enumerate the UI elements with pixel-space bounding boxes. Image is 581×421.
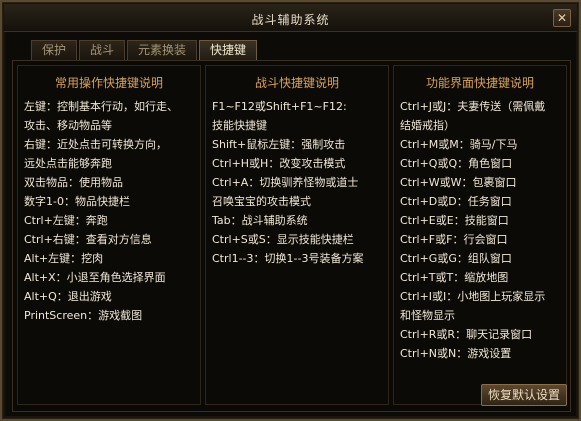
general-hotkeys-title: 常用操作快捷键说明 (54, 76, 163, 90)
hotkey-line: Ctrl+F或F：行会窗口 (400, 233, 508, 246)
hotkey-line: 技能快捷键 (212, 119, 267, 132)
hotkey-line: Ctrl+右键：查看对方信息 (24, 233, 152, 246)
hotkey-line: Ctrl+J或J：夫妻传送（需佩戴 (400, 100, 546, 113)
hotkey-line: 远处点击能够奔跑 (24, 157, 112, 170)
hotkey-line: 数字1-0：物品快捷栏 (24, 195, 130, 208)
hotkey-line: Ctrl+W或W：包裹窗口 (400, 176, 517, 189)
hotkey-line: 左键：控制基本行动，如行走、 (24, 100, 178, 113)
hotkey-line: PrintScreen：游戏截图 (24, 309, 143, 322)
hotkeys-content: 常用操作快捷键说明 左键：控制基本行动，如行走、 攻击、移动物品等右键：近处点击可… (12, 60, 571, 412)
window-title: 战斗辅助系统 (251, 13, 330, 27)
general-hotkeys-list: 左键：控制基本行动，如行走、 攻击、移动物品等右键：近处点击可转换方向， 远处点击能… (24, 97, 196, 325)
hotkey-line: 召唤宝宝的攻击模式 (212, 195, 311, 208)
general-hotkeys-panel: 常用操作快捷键说明 左键：控制基本行动，如行走、 攻击、移动物品等右键：近处点击可… (17, 65, 201, 405)
hotkey-line: Ctrl+S或S：显示技能快捷栏 (212, 233, 354, 246)
combat-hotkeys-panel: 战斗快捷键说明 F1~F12或Shift+F1~F12: 技能快捷键 Shift+鼠… (205, 65, 389, 405)
combat-hotkeys-title: 战斗快捷键说明 (254, 76, 339, 90)
hotkey-line: Ctrl+Q或Q：角色窗口 (400, 157, 513, 170)
reset-defaults-button[interactable]: 恢复默认设置 (481, 384, 567, 406)
hotkey-line: F1~F12或Shift+F1~F12: (212, 100, 347, 113)
hotkey-line: Shift+鼠标左键：强制攻击 (212, 138, 346, 151)
tab-combat[interactable]: 战斗 (79, 40, 126, 60)
hotkey-line: Alt+左键：挖肉 (24, 252, 104, 265)
hotkey-line: Ctrl+R或R：聊天记录窗口 (400, 328, 533, 341)
hotkey-line: Ctrl+D或D：任务窗口 (400, 195, 512, 208)
hotkey-line: Ctrl1--3：切换1--3号装备方案 (212, 252, 364, 265)
tab-bar: 保护 战斗 元素换装 快捷键 (31, 40, 259, 60)
hotkey-line: 右键：近处点击可转换方向， (24, 138, 167, 151)
interface-hotkeys-panel: 功能界面快捷键说明 Ctrl+J或J：夫妻传送（需佩戴 结婚戒指） Ctrl+M或M… (393, 65, 567, 405)
tab-hotkeys[interactable]: 快捷键 (199, 40, 258, 60)
hotkey-line: Alt+Q：退出游戏 (24, 290, 112, 303)
combat-assist-window: 战斗辅助系统 ✕ 保护 战斗 元素换装 快捷键 常用操作快捷键说明 左键：控制基… (0, 0, 581, 421)
hotkey-line: 攻击、移动物品等 (24, 119, 112, 132)
tab-protection[interactable]: 保护 (31, 40, 78, 60)
hotkey-line: Alt+X：小退至角色选择界面 (24, 271, 166, 284)
hotkey-line: Ctrl+左键：奔跑 (24, 214, 108, 227)
hotkey-line: Ctrl+A：切换驯养怪物或道士 (212, 176, 359, 189)
hotkey-line: Ctrl+I或I：小地图上玩家显示 (400, 290, 546, 303)
title-bar[interactable]: 战斗辅助系统 ✕ (4, 4, 577, 32)
interface-hotkeys-list: Ctrl+J或J：夫妻传送（需佩戴 结婚戒指） Ctrl+M或M：骑马/下马 Ctrl… (400, 97, 562, 363)
interface-hotkeys-title: 功能界面快捷键说明 (425, 76, 534, 90)
combat-hotkeys-list: F1~F12或Shift+F1~F12: 技能快捷键 Shift+鼠标左键：强制攻击… (212, 97, 384, 268)
hotkey-line: Ctrl+N或N：游戏设置 (400, 347, 512, 360)
hotkey-line: Ctrl+H或H：改变攻击模式 (212, 157, 346, 170)
hotkey-line: 和怪物显示 (400, 309, 455, 322)
hotkey-line: Ctrl+M或M：骑马/下马 (400, 138, 518, 151)
hotkey-line: 结婚戒指） (400, 119, 455, 132)
hotkey-line: Tab：战斗辅助系统 (212, 214, 308, 227)
hotkey-line: 双击物品：使用物品 (24, 176, 123, 189)
close-button[interactable]: ✕ (553, 9, 571, 27)
tab-element-equip[interactable]: 元素换装 (127, 40, 198, 60)
hotkey-line: Ctrl+G或G：组队窗口 (400, 252, 512, 265)
hotkey-line: Ctrl+T或T：缩放地图 (400, 271, 509, 284)
hotkey-line: Ctrl+E或E：技能窗口 (400, 214, 509, 227)
